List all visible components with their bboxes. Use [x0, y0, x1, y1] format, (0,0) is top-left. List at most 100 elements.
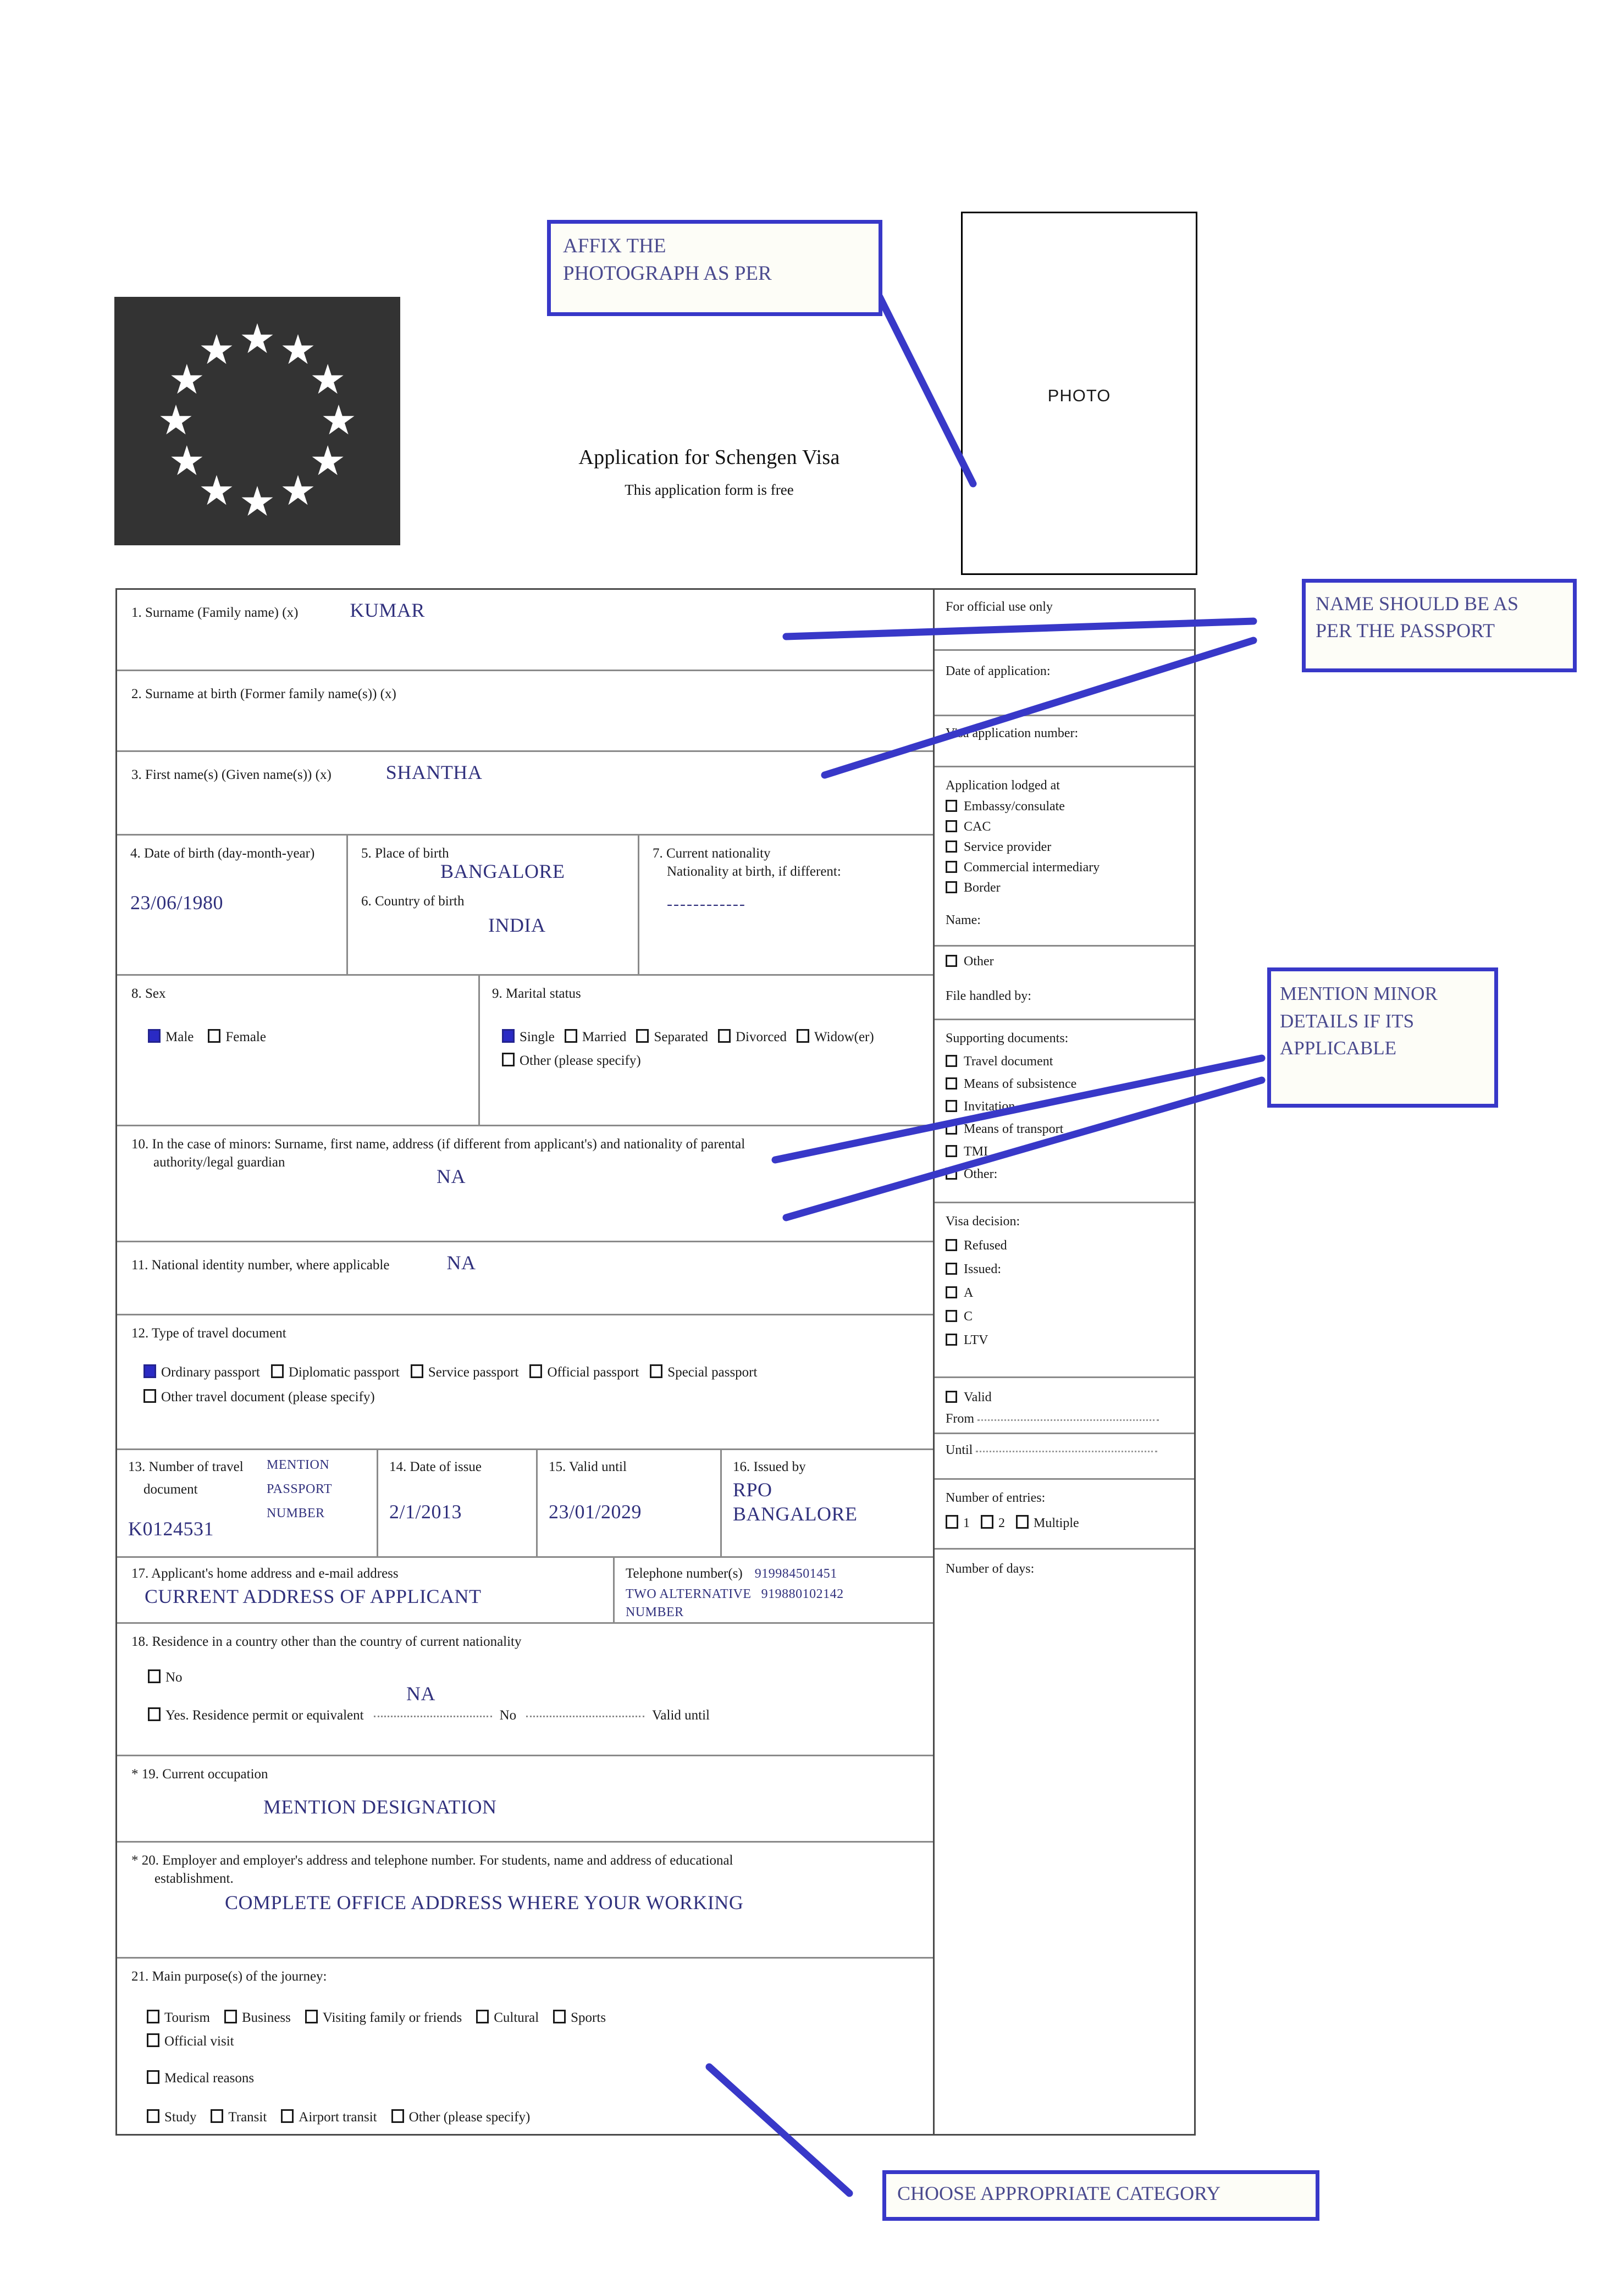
lodged-other[interactable]: Other: [946, 954, 1194, 969]
field-home-address-cell[interactable]: 17. Applicant's home address and e-mail …: [117, 1558, 615, 1623]
field-sex-options[interactable]: Male Female: [148, 1028, 464, 1045]
checkbox-icon[interactable]: [946, 840, 957, 853]
checkbox-icon[interactable]: [946, 1145, 957, 1157]
doc-other[interactable]: Other:: [946, 1167, 1194, 1182]
checkbox-icon[interactable]: [148, 1669, 161, 1684]
marital-option-separated[interactable]: Separated: [636, 1028, 708, 1045]
purpose-medical[interactable]: Medical reasons: [147, 2070, 919, 2086]
field-travel-document-number[interactable]: 13. Number of travel document MENTION PA…: [117, 1450, 378, 1557]
checkbox-icon[interactable]: [148, 1707, 161, 1722]
checkbox-icon[interactable]: [1016, 1515, 1029, 1529]
travel-document-options[interactable]: Ordinary passport Diplomatic passport Se…: [143, 1364, 919, 1405]
checkbox-icon[interactable]: [211, 2109, 224, 2123]
checkbox-icon[interactable]: [147, 2010, 159, 2024]
sex-option-female[interactable]: Female: [208, 1028, 266, 1045]
checkbox-icon[interactable]: [946, 1334, 957, 1346]
checkbox-icon[interactable]: [410, 1364, 423, 1378]
decision-refused[interactable]: Refused: [946, 1238, 1194, 1253]
purpose-other[interactable]: Other (please specify): [391, 2109, 530, 2125]
photo-box[interactable]: PHOTO: [961, 212, 1197, 575]
field-purpose-of-journey[interactable]: 21. Main purpose(s) of the journey: Tour…: [117, 1959, 933, 2134]
field-first-name[interactable]: 3. First name(s) (Given name(s)) (x) SHA…: [117, 752, 933, 836]
purpose-row-4[interactable]: Study Transit Airport transit Other (ple…: [147, 2109, 919, 2125]
field-issued-by[interactable]: 16. Issued by RPO BANGALORE: [722, 1450, 933, 1556]
field-marital-status[interactable]: 9. Marital status Single Married Separat…: [480, 976, 933, 1125]
checkbox-icon[interactable]: [946, 1286, 957, 1298]
checkbox-icon[interactable]: [143, 1389, 156, 1403]
checkbox-icon[interactable]: [946, 800, 957, 812]
field-valid-until[interactable]: 15. Valid until 23/01/2029: [538, 1450, 722, 1557]
travel-doc-service[interactable]: Service passport: [410, 1364, 518, 1380]
valid-until-line[interactable]: [976, 1451, 1158, 1452]
checkbox-icon[interactable]: [946, 1391, 957, 1403]
doc-invitation[interactable]: Invitation: [946, 1099, 1194, 1114]
checkbox-icon[interactable]: [650, 1364, 663, 1378]
doc-tmi[interactable]: TMI: [946, 1144, 1194, 1159]
entries-2[interactable]: 2: [981, 1515, 1005, 1530]
entries-multiple[interactable]: Multiple: [1016, 1515, 1079, 1530]
field-residence-other-country[interactable]: 18. Residence in a country other than th…: [117, 1624, 933, 1756]
supporting-documents-options[interactable]: Travel document Means of subsistence Inv…: [946, 1054, 1194, 1182]
checkbox-icon[interactable]: [143, 1364, 156, 1378]
visa-decision-options[interactable]: Refused Issued: A C LTV: [946, 1238, 1194, 1348]
marital-option-other[interactable]: Other (please specify): [502, 1052, 921, 1069]
checkbox-icon[interactable]: [946, 1100, 957, 1112]
field-date-of-issue[interactable]: 14. Date of issue 2/1/2013: [378, 1450, 538, 1557]
purpose-row-1[interactable]: Tourism Business Visiting family or frie…: [147, 2010, 919, 2026]
checkbox-icon[interactable]: [797, 1028, 810, 1043]
purpose-transit[interactable]: Transit: [211, 2109, 267, 2125]
field-current-nationality[interactable]: 7. Current nationality Nationality at bi…: [639, 836, 933, 974]
entries-1[interactable]: 1: [946, 1515, 970, 1530]
travel-doc-official[interactable]: Official passport: [529, 1364, 639, 1380]
travel-doc-special[interactable]: Special passport: [650, 1364, 757, 1380]
lodged-service-provider[interactable]: Service provider: [946, 840, 1194, 855]
checkbox-icon[interactable]: [946, 861, 957, 873]
travel-doc-diplomatic[interactable]: Diplomatic passport: [270, 1364, 400, 1380]
field-travel-document-type[interactable]: 12. Type of travel document Ordinary pas…: [117, 1315, 933, 1451]
marital-option-divorced[interactable]: Divorced: [718, 1028, 787, 1045]
sex-option-male[interactable]: Male: [148, 1028, 194, 1045]
decision-c[interactable]: C: [946, 1309, 1194, 1324]
purpose-sports[interactable]: Sports: [553, 2010, 606, 2026]
field-minors[interactable]: 10. In the case of minors: Surname, firs…: [117, 1126, 933, 1243]
checkbox-icon[interactable]: [305, 2010, 318, 2024]
checkbox-icon[interactable]: [718, 1028, 731, 1043]
purpose-study[interactable]: Study: [147, 2109, 196, 2125]
checkbox-icon[interactable]: [147, 2109, 159, 2123]
checkbox-icon[interactable]: [553, 2010, 566, 2024]
doc-means-of-transport[interactable]: Means of transport: [946, 1122, 1194, 1137]
checkbox-icon[interactable]: [946, 1263, 957, 1275]
purpose-options[interactable]: Tourism Business Visiting family or frie…: [147, 2010, 919, 2125]
valid-from-line[interactable]: [977, 1419, 1159, 1421]
field-place-country-birth[interactable]: 5. Place of birth BANGALORE 6. Country o…: [348, 836, 639, 974]
checkbox-icon[interactable]: [946, 955, 957, 967]
marital-option-married[interactable]: Married: [564, 1028, 626, 1045]
checkbox-icon[interactable]: [946, 1168, 957, 1180]
field-date-of-birth[interactable]: 4. Date of birth (day-month-year) 23/06/…: [117, 836, 348, 974]
field-national-identity-number[interactable]: 11. National identity number, where appl…: [117, 1242, 933, 1315]
checkbox-icon[interactable]: [946, 1122, 957, 1135]
checkbox-icon[interactable]: [946, 1515, 958, 1529]
checkbox-icon[interactable]: [502, 1028, 515, 1043]
lodged-commercial[interactable]: Commercial intermediary: [946, 860, 1194, 875]
checkbox-icon[interactable]: [946, 820, 957, 832]
checkbox-icon[interactable]: [270, 1364, 284, 1378]
entries-options[interactable]: 1 2 Multiple: [946, 1515, 1194, 1531]
lodged-border[interactable]: Border: [946, 881, 1194, 895]
field-current-occupation[interactable]: * 19. Current occupation MENTION DESIGNA…: [117, 1756, 933, 1843]
travel-doc-other[interactable]: Other travel document (please specify): [143, 1389, 919, 1405]
lodged-at-options[interactable]: Embassy/consulate CAC Service provider C…: [946, 799, 1194, 895]
field-surname-at-birth[interactable]: 2. Surname at birth (Former family name(…: [117, 671, 933, 753]
field-telephone-cell[interactable]: Telephone number(s) 919984501451 TWO ALT…: [615, 1558, 933, 1622]
checkbox-icon[interactable]: [281, 2109, 294, 2123]
checkbox-icon[interactable]: [147, 2070, 159, 2084]
checkbox-icon[interactable]: [529, 1364, 543, 1378]
purpose-business[interactable]: Business: [224, 2010, 291, 2026]
travel-doc-ordinary[interactable]: Ordinary passport: [143, 1364, 260, 1380]
purpose-visiting-family[interactable]: Visiting family or friends: [305, 2010, 462, 2026]
purpose-official-visit[interactable]: Official visit: [147, 2033, 919, 2049]
checkbox-icon[interactable]: [208, 1028, 221, 1043]
residence-option-yes[interactable]: Yes. Residence permit or equivalent No V…: [148, 1707, 919, 1723]
purpose-tourism[interactable]: Tourism: [147, 2010, 210, 2026]
checkbox-icon[interactable]: [946, 1077, 957, 1090]
